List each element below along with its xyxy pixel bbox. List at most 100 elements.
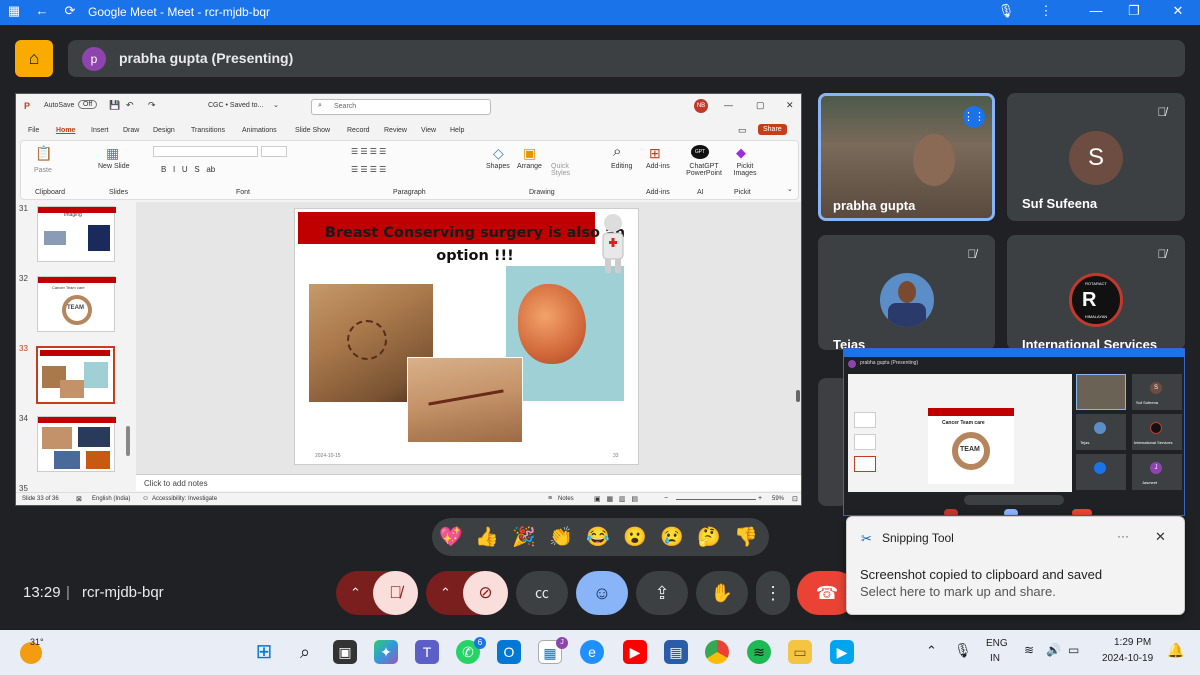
- normal-view-icon[interactable]: ▣ ▦ ▥ ▤: [594, 495, 638, 503]
- reactions-button[interactable]: ☺: [576, 571, 628, 615]
- close-window-icon[interactable]: ✕: [1168, 3, 1188, 19]
- ppt-minimize-icon[interactable]: —: [724, 100, 733, 110]
- collapse-ribbon-icon[interactable]: ⌄: [787, 185, 793, 193]
- app-grid-icon[interactable]: ▤: [664, 640, 688, 664]
- zoom-level[interactable]: 59%: [772, 496, 784, 502]
- present-button[interactable]: ⇪: [636, 571, 688, 615]
- video-options-chevron-icon[interactable]: ⌃: [440, 571, 451, 615]
- language-indicator[interactable]: ENG: [986, 638, 1008, 649]
- accessibility-label[interactable]: Accessibility: Investigate: [152, 496, 217, 502]
- ppt-search-box[interactable]: ⌕ Search: [311, 99, 491, 115]
- editing-search-icon[interactable]: ⌕: [613, 143, 621, 160]
- new-slide-icon[interactable]: ▦: [106, 145, 119, 162]
- slide-thumbnail-33-selected[interactable]: [36, 346, 115, 404]
- toast-close-icon[interactable]: ✕: [1155, 529, 1166, 545]
- current-slide[interactable]: Breast Conserving surgery is also an opt…: [294, 208, 639, 465]
- reaction-sad[interactable]: 😢: [659, 525, 685, 549]
- menu-draw[interactable]: Draw: [123, 127, 139, 134]
- task-view-icon[interactable]: ▣: [333, 640, 357, 664]
- toast-more-button[interactable]: ···: [1117, 529, 1129, 543]
- mic-tray-icon[interactable]: 🎙: [954, 642, 972, 659]
- notification-bell-icon[interactable]: 🔔: [1167, 642, 1184, 659]
- chatgpt-icon[interactable]: GPT: [691, 145, 709, 159]
- raise-hand-button[interactable]: ✋: [696, 571, 748, 615]
- menu-home[interactable]: Home: [56, 127, 75, 134]
- menu-design[interactable]: Design: [153, 127, 175, 134]
- zoom-out-icon[interactable]: −: [664, 495, 668, 502]
- reaction-thumbs-down[interactable]: 👎: [733, 525, 759, 549]
- menu-record[interactable]: Record: [347, 127, 370, 134]
- undo-icon[interactable]: ↶: [126, 100, 134, 111]
- taskbar-time[interactable]: 1:29 PM: [1114, 637, 1151, 648]
- reload-icon[interactable]: ⟳: [60, 3, 80, 19]
- thumbs-scrollbar[interactable]: [126, 426, 130, 456]
- addins-icon[interactable]: ⊞: [649, 145, 661, 162]
- snipping-tool-notification[interactable]: ✂ Snipping Tool ··· ✕ Screenshot copied …: [846, 516, 1185, 615]
- search-taskbar-icon[interactable]: ⌕: [293, 640, 317, 664]
- save-icon[interactable]: 💾: [109, 100, 120, 111]
- menu-review[interactable]: Review: [384, 127, 407, 134]
- redo-icon[interactable]: ↷: [148, 100, 156, 111]
- mic-toggle-button[interactable]: 🎙̸: [373, 571, 418, 615]
- show-hidden-icons[interactable]: ⌃: [926, 643, 937, 659]
- menu-file[interactable]: File: [28, 127, 39, 134]
- youtube-icon[interactable]: ▶: [623, 640, 647, 664]
- wifi-icon[interactable]: ≋: [1024, 643, 1034, 657]
- reaction-surprised[interactable]: 😮: [622, 525, 648, 549]
- quick-styles-label[interactable]: Quick Styles: [551, 163, 573, 177]
- notes-icon[interactable]: ≡: [548, 495, 552, 502]
- back-icon[interactable]: ←: [32, 3, 52, 18]
- mic-status-icon[interactable]: 🎙: [996, 3, 1016, 19]
- accessibility-icon[interactable]: ☺: [142, 495, 149, 502]
- participant-tile-suf[interactable]: 🎙̸ S Suf Sufeena: [1007, 93, 1185, 221]
- font-name-box[interactable]: [153, 146, 258, 157]
- reaction-heart[interactable]: 💖: [438, 525, 464, 549]
- ppt-close-icon[interactable]: ✕: [786, 100, 794, 111]
- slide-thumbnail-32[interactable]: Cancer Team care TEAM: [37, 276, 116, 332]
- slide-thumbnail-31[interactable]: Imaging: [37, 206, 116, 262]
- more-menu-icon[interactable]: ⋮: [1036, 3, 1056, 19]
- menu-insert[interactable]: Insert: [91, 127, 109, 134]
- spotify-icon[interactable]: ≋: [747, 640, 771, 664]
- ppt-restore-icon[interactable]: ▢: [756, 100, 765, 111]
- participant-tile-prabha[interactable]: ⋮⋮ prabha gupta: [818, 93, 995, 221]
- spellcheck-icon[interactable]: ⊠: [76, 495, 82, 503]
- edge-icon[interactable]: e: [580, 640, 604, 664]
- language-label[interactable]: English (India): [92, 496, 130, 502]
- menu-view[interactable]: View: [421, 127, 436, 134]
- participant-tile-tejas[interactable]: 🎙̸ Tejas: [818, 235, 995, 350]
- reaction-thumbs-up[interactable]: 👍: [474, 525, 500, 549]
- reaction-party[interactable]: 🎉: [511, 525, 537, 549]
- bullets-icon[interactable]: ☰ ☰ ☰ ☰: [351, 147, 386, 156]
- notes-pane[interactable]: Click to add notes: [136, 474, 801, 491]
- menu-transitions[interactable]: Transitions: [191, 127, 225, 134]
- comments-icon[interactable]: ▭: [738, 125, 747, 136]
- user-avatar[interactable]: NB: [694, 99, 708, 113]
- slide-scrollbar[interactable]: [796, 390, 800, 402]
- copilot-icon[interactable]: ✦: [374, 640, 398, 664]
- pickit-icon[interactable]: ◆: [736, 145, 746, 161]
- file-explorer-icon[interactable]: ▭: [788, 640, 812, 664]
- font-size-box[interactable]: [261, 146, 287, 157]
- meet-taskbar-icon[interactable]: ▶: [830, 640, 854, 664]
- present-mode-icon[interactable]: ⌂: [15, 40, 53, 77]
- reaction-laugh[interactable]: 😂: [585, 525, 611, 549]
- zoom-in-icon[interactable]: +: [758, 495, 762, 502]
- menu-slide-show[interactable]: Slide Show: [295, 127, 330, 134]
- arrange-icon[interactable]: ▣: [523, 145, 536, 162]
- chevron-down-icon[interactable]: ⌄: [273, 101, 279, 109]
- shapes-icon[interactable]: ◇: [493, 145, 504, 162]
- paste-icon[interactable]: 📋: [35, 145, 52, 162]
- audio-options-chevron-icon[interactable]: ⌃: [350, 571, 361, 615]
- battery-icon[interactable]: ▭: [1068, 643, 1079, 657]
- notes-label[interactable]: Notes: [558, 496, 574, 502]
- volume-icon[interactable]: 🔊: [1046, 643, 1061, 657]
- minimize-icon[interactable]: —: [1086, 3, 1106, 18]
- more-options-button[interactable]: ⋮: [756, 571, 790, 615]
- teams-icon[interactable]: T: [415, 640, 439, 664]
- chrome-icon[interactable]: [705, 640, 729, 664]
- reaction-clap[interactable]: 👏: [548, 525, 574, 549]
- language-region[interactable]: IN: [990, 653, 1000, 664]
- autosave-toggle[interactable]: Off: [78, 100, 98, 109]
- start-icon[interactable]: ⊞: [252, 640, 276, 664]
